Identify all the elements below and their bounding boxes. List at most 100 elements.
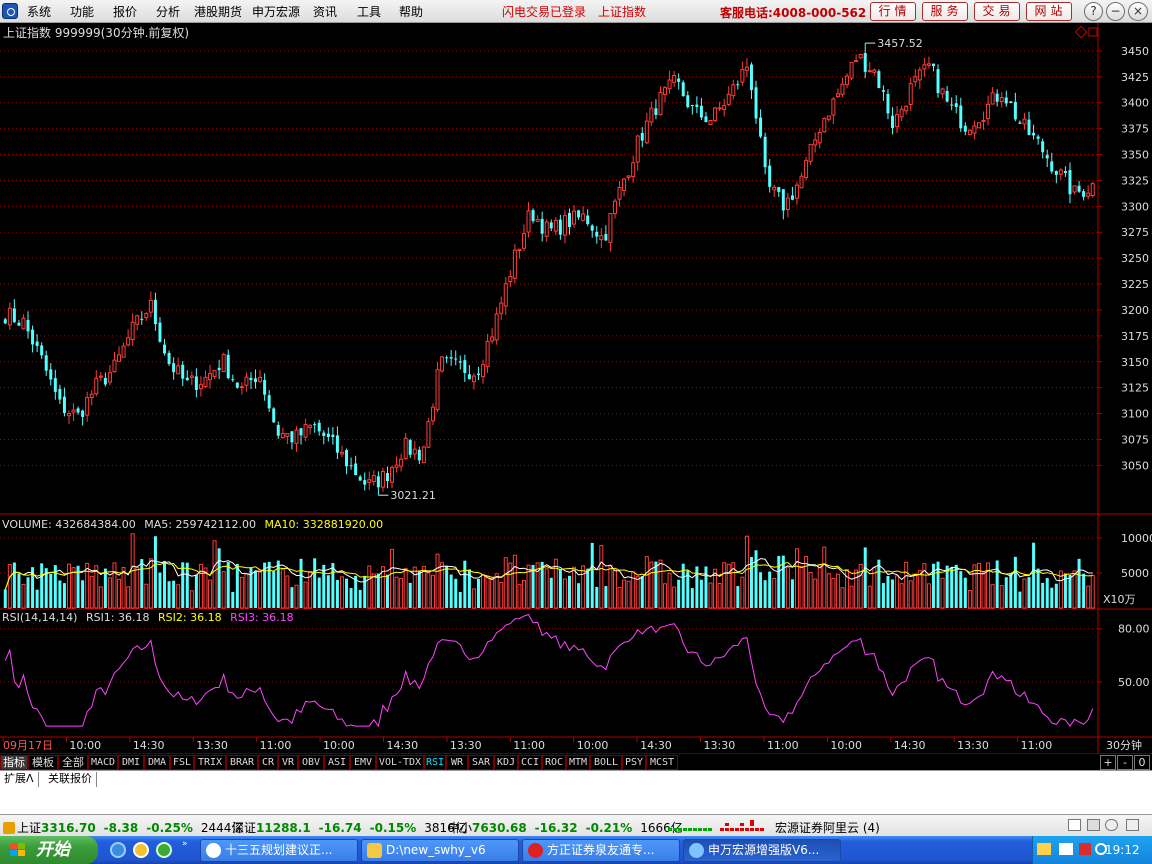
- volume-bar-down: [777, 555, 781, 608]
- candle-body-down: [995, 93, 999, 102]
- volume-bar-up: [908, 580, 913, 609]
- close-icon[interactable]: ×: [1128, 2, 1148, 21]
- tab-fsl[interactable]: FSL: [170, 755, 194, 770]
- zoom-in-button[interactable]: +: [1100, 755, 1116, 770]
- volume-bar-up: [849, 585, 854, 609]
- candle-body-down: [686, 95, 690, 108]
- volume-bar-up: [722, 562, 727, 609]
- tab-vr[interactable]: VR: [278, 755, 298, 770]
- tab-mtm[interactable]: MTM: [566, 755, 590, 770]
- volume-bar-down: [185, 562, 189, 608]
- volume-bar-down: [140, 559, 144, 608]
- menu-swhy[interactable]: 申万宏源: [252, 3, 300, 20]
- tab-boll[interactable]: BOLL: [590, 755, 622, 770]
- candle-body-up: [221, 354, 226, 373]
- app-logo-icon[interactable]: [2, 3, 18, 19]
- message-icon[interactable]: [1068, 819, 1081, 831]
- tab-dma[interactable]: DMA: [144, 755, 170, 770]
- volume-bar-down: [335, 580, 339, 608]
- tray-flag-icon[interactable]: [1059, 843, 1073, 855]
- zx-index-quote[interactable]: 中小7630.68 -16.32 -0.21% 1666亿: [448, 819, 683, 836]
- website-button[interactable]: 网站: [1026, 2, 1072, 21]
- tab-indicator[interactable]: 指标: [0, 755, 28, 770]
- start-button[interactable]: 开始: [0, 836, 98, 864]
- help-circle-icon[interactable]: ?: [1084, 2, 1103, 21]
- rsi3-label: RSI3:: [230, 611, 259, 624]
- signal-icon[interactable]: [1105, 819, 1118, 831]
- menu-system[interactable]: 系统: [27, 3, 51, 20]
- tab-extend[interactable]: 扩展Λ: [0, 772, 39, 787]
- tab-template[interactable]: 模板: [28, 755, 58, 770]
- browser-icon[interactable]: [133, 842, 149, 858]
- volume-bar-down: [235, 563, 239, 608]
- refresh-app-icon[interactable]: [156, 842, 172, 858]
- tab-vol-tdx[interactable]: VOL-TDX: [376, 755, 424, 770]
- menu-function[interactable]: 功能: [70, 3, 94, 20]
- candle-body-up: [635, 135, 640, 163]
- ie-browser-icon[interactable]: [110, 842, 126, 858]
- broker-connection[interactable]: 宏源证券阿里云 (4): [775, 819, 880, 836]
- diamond-icon[interactable]: [1074, 25, 1088, 39]
- taskbar-window-1[interactable]: 十三五规划建议正...: [200, 839, 358, 862]
- period-label[interactable]: 30分钟: [1106, 738, 1142, 752]
- menu-tools[interactable]: 工具: [357, 3, 381, 20]
- zoom-out-button[interactable]: -: [1117, 755, 1133, 770]
- time-tick-label: 10:00: [69, 739, 101, 752]
- tab-brar[interactable]: BRAR: [226, 755, 258, 770]
- volume-bar-up: [667, 572, 672, 609]
- service-button[interactable]: 服务: [922, 2, 968, 21]
- tab-sar[interactable]: SAR: [468, 755, 494, 770]
- tab-dmi[interactable]: DMI: [118, 755, 144, 770]
- refresh-icon[interactable]: [3, 822, 15, 834]
- tab-cr[interactable]: CR: [258, 755, 278, 770]
- taskbar-window-4[interactable]: 申万宏源增强版V6...: [683, 839, 841, 862]
- sz-index-quote[interactable]: 深证11288.1 -16.74 -0.15% 3816亿: [232, 819, 467, 836]
- tab-kdj[interactable]: KDJ: [494, 755, 518, 770]
- sh-value: 3316.70: [41, 821, 96, 835]
- volume-bar-down: [1050, 587, 1054, 608]
- quicklaunch-more-icon[interactable]: »: [182, 839, 188, 849]
- time-tick-label: 10:00: [323, 739, 355, 752]
- settings-icon[interactable]: [1126, 819, 1139, 831]
- candle-body-down: [1036, 136, 1040, 139]
- tray-security-icon[interactable]: [1079, 843, 1091, 855]
- tab-psy[interactable]: PSY: [622, 755, 646, 770]
- tab-wr[interactable]: WR: [446, 755, 468, 770]
- menu-analysis[interactable]: 分析: [156, 3, 180, 20]
- tab-mcst[interactable]: MCST: [646, 755, 678, 770]
- folder-icon: [367, 843, 382, 858]
- candle-body-down: [1041, 141, 1045, 153]
- menu-help[interactable]: 帮助: [399, 3, 423, 20]
- tab-macd[interactable]: MACD: [88, 755, 118, 770]
- tab-asi[interactable]: ASI: [324, 755, 350, 770]
- quote-button[interactable]: 行情: [870, 2, 916, 21]
- reset-zoom-button[interactable]: 0: [1134, 755, 1150, 770]
- minimize-icon[interactable]: −: [1106, 2, 1125, 21]
- tab-all[interactable]: 全部: [58, 755, 88, 770]
- kline-chart[interactable]: 3050 3075 3100 3125 3150 3175 3200 3225 3250 3275…: [0, 23, 1152, 753]
- taskbar-window-3[interactable]: 方正证券泉友通专...: [522, 839, 680, 862]
- candle-body-up: [908, 83, 913, 106]
- menu-quote[interactable]: 报价: [113, 3, 137, 20]
- tray-folder-icon[interactable]: [1037, 843, 1051, 855]
- sh-index-quote[interactable]: 上证3316.70 -8.38 -0.25% 2444亿: [3, 819, 243, 836]
- tab-rsi[interactable]: RSI: [424, 755, 446, 770]
- ma10-value: 332881920.00: [303, 518, 383, 531]
- candle-body-up: [430, 406, 435, 422]
- volume-bar-up: [744, 535, 749, 609]
- tab-roc[interactable]: ROC: [542, 755, 566, 770]
- tab-trix[interactable]: TRIX: [194, 755, 226, 770]
- tab-cci[interactable]: CCI: [518, 755, 542, 770]
- tab-related-quote[interactable]: 关联报价: [44, 772, 97, 787]
- lock-icon[interactable]: [1087, 819, 1100, 831]
- trade-button[interactable]: 交易: [974, 2, 1020, 21]
- taskbar-window-2[interactable]: D:\new_swhy_v6: [361, 839, 519, 862]
- volume-bar-down: [81, 580, 85, 608]
- menu-hk-futures[interactable]: 港股期货: [194, 3, 242, 20]
- menu-news[interactable]: 资讯: [313, 3, 337, 20]
- volume-bar-down: [704, 566, 708, 608]
- tab-emv[interactable]: EMV: [350, 755, 376, 770]
- maximize-panel-icon[interactable]: [1088, 27, 1098, 37]
- tab-obv[interactable]: OBV: [298, 755, 324, 770]
- volume-value: 432684384.00: [55, 518, 135, 531]
